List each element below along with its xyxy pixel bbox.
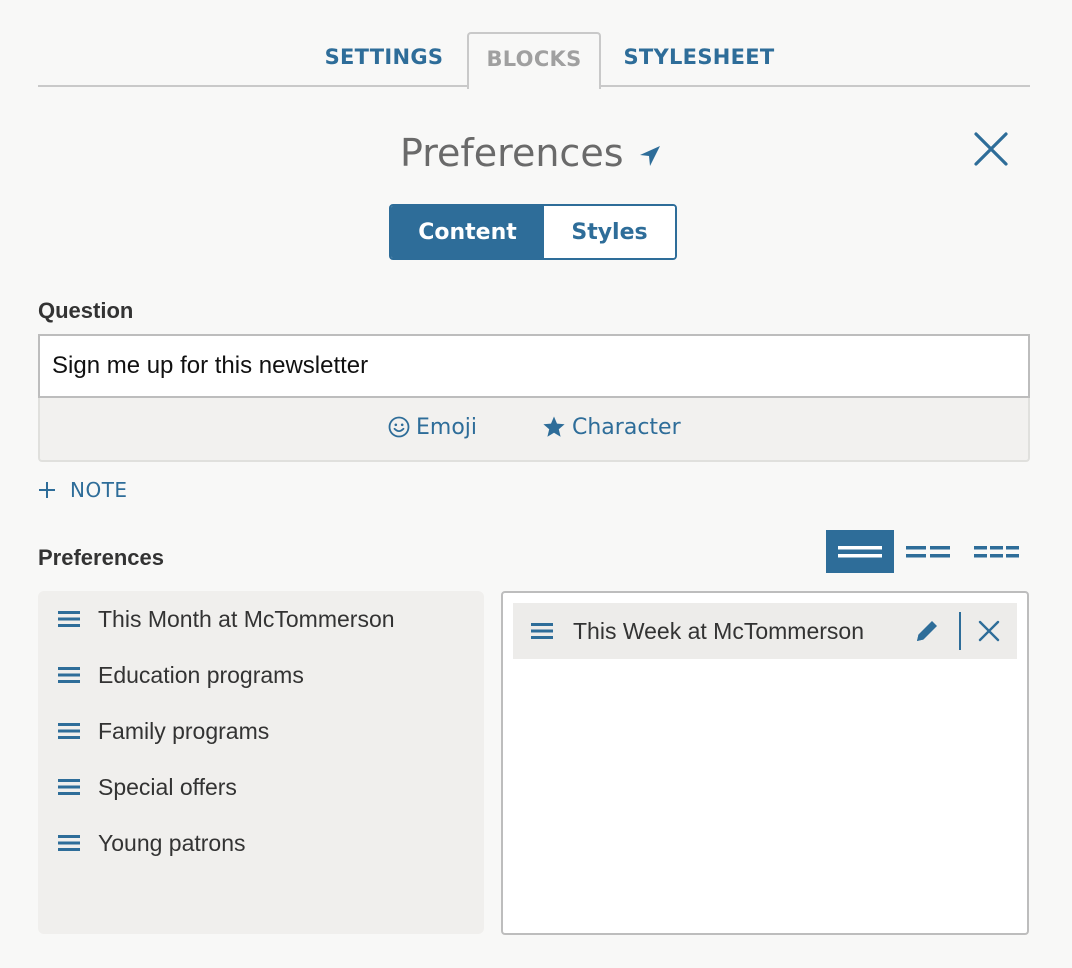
list-item-label: Young patrons	[98, 829, 246, 856]
character-button[interactable]: Character	[542, 412, 681, 442]
list-item[interactable]: Education programs	[58, 647, 395, 703]
question-label: Question	[38, 298, 134, 323]
styles-tab-button[interactable]: Styles	[544, 206, 675, 258]
drag-handle-icon[interactable]	[58, 722, 80, 740]
drag-handle-icon[interactable]	[58, 778, 80, 796]
list-item[interactable]: Young patrons	[58, 815, 395, 871]
one-column-layout-icon[interactable]	[826, 530, 894, 573]
emoji-label: Emoji	[416, 414, 478, 440]
emoji-button[interactable]: Emoji	[388, 412, 477, 442]
navigate-arrow-icon[interactable]	[638, 144, 662, 168]
edit-pencil-icon[interactable]	[913, 617, 941, 645]
question-toolbar	[38, 398, 1030, 462]
tab-stylesheet[interactable]: STYLESHEET	[612, 32, 786, 86]
drag-handle-icon[interactable]	[58, 666, 80, 684]
content-styles-toggle: Content Styles	[389, 204, 677, 260]
three-column-layout-icon[interactable]	[966, 530, 1026, 573]
drag-handle-icon[interactable]	[58, 610, 80, 628]
tab-settings[interactable]: SETTINGS	[314, 32, 454, 86]
list-item-label: Education programs	[98, 661, 304, 688]
block-title-row: Preferences	[400, 124, 662, 182]
content-tab-button[interactable]: Content	[391, 206, 544, 258]
selected-item-label: This Week at McTommerson	[573, 617, 864, 644]
smiley-icon	[388, 416, 410, 438]
drag-handle-icon[interactable]	[531, 622, 553, 640]
drag-handle-icon[interactable]	[58, 834, 80, 852]
list-item[interactable]: Family programs	[58, 703, 395, 759]
item-actions-divider	[959, 612, 961, 650]
question-input[interactable]: Sign me up for this newsletter	[38, 334, 1030, 398]
selected-list-item[interactable]: This Week at McTommerson	[513, 603, 1017, 659]
list-item-label: Special offers	[98, 773, 237, 800]
preferences-label: Preferences	[38, 545, 164, 570]
star-icon	[543, 416, 565, 437]
available-preferences-list: This Month at McTommerson Education prog…	[38, 591, 484, 934]
add-note-label: NOTE	[70, 478, 128, 502]
remove-item-icon[interactable]	[977, 619, 1001, 643]
tab-blocks[interactable]: BLOCKS	[467, 32, 601, 89]
character-label: Character	[572, 414, 681, 440]
add-note-button[interactable]: NOTE	[38, 478, 128, 502]
close-icon[interactable]	[968, 126, 1014, 172]
question-input-value: Sign me up for this newsletter	[52, 352, 369, 379]
list-item[interactable]: This Month at McTommerson	[58, 591, 395, 647]
two-column-layout-icon[interactable]	[900, 530, 956, 573]
block-title: Preferences	[400, 131, 624, 175]
list-item[interactable]: Special offers	[58, 759, 395, 815]
plus-icon	[39, 482, 55, 498]
list-item-label: Family programs	[98, 717, 270, 744]
list-item-label: This Month at McTommerson	[98, 605, 395, 632]
